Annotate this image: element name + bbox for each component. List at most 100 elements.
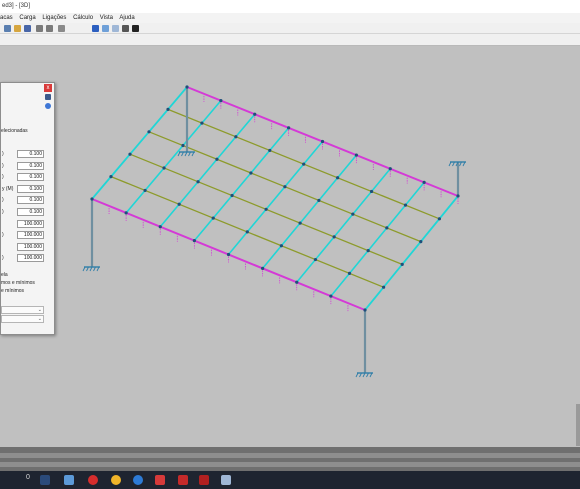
parameter-label: ) [2,209,4,215]
toolbar-tools [0,34,580,46]
new-icon[interactable] [4,25,11,32]
grid-node [128,152,132,156]
structure-model[interactable] [0,47,580,447]
open-icon[interactable] [14,25,21,32]
grid-node [215,157,219,161]
app-icon[interactable] [88,475,98,485]
grid-node [336,176,340,180]
parameter-label: ) [2,151,4,157]
grid-node [261,266,265,270]
grid-node [313,257,318,262]
grid-node [298,221,302,225]
joist-beam [125,100,222,214]
parameter-field[interactable]: 0.100 [17,184,44,193]
media-icon[interactable] [64,475,74,485]
grid-node [143,188,147,193]
app-icon[interactable] [178,475,188,485]
status-band [0,462,580,467]
joist-beam [193,127,290,242]
grid-icon[interactable] [112,25,119,32]
menu-item-placas[interactable]: acas [0,15,13,21]
parameter-label: ) [2,162,4,169]
grid-node [385,226,389,230]
redo-icon[interactable] [46,25,53,32]
menu-item-ligacoes[interactable]: Ligações [42,15,66,21]
grid-node [279,244,283,248]
binoculars-icon[interactable] [132,25,139,32]
grid-node [283,185,287,189]
parameter-field[interactable]: 0.100 [17,196,44,205]
grid-node [90,197,94,201]
grid-node [347,271,352,275]
explorer-icon[interactable] [40,475,50,485]
chevron-down-icon: ⌄ [37,316,42,322]
chrome-icon[interactable] [111,475,121,485]
selection-dropdown[interactable]: ⌄ [1,306,44,314]
app-icon[interactable] [155,475,165,485]
close-icon[interactable]: x [44,84,52,92]
parameter-field[interactable]: 100.000 [17,219,44,228]
print-icon[interactable] [45,94,51,100]
app-icon[interactable] [133,475,143,485]
menu-item-carga[interactable]: Carga [19,15,35,21]
grid-node [196,180,200,184]
parameter-field[interactable]: 0.100 [17,173,44,182]
help-icon[interactable] [45,103,51,109]
grid-node [185,85,189,89]
view-icon[interactable] [92,25,99,32]
save-icon[interactable] [24,25,31,32]
grid-node [245,230,249,234]
parameter-field[interactable]: 0.100 [17,150,44,158]
parameter-field[interactable]: 100.000 [17,254,44,263]
parameter-label: y (M) [2,185,14,192]
grid-node [264,207,268,211]
parameter-field[interactable]: 0.100 [17,161,44,170]
grid-node [200,121,204,125]
grid-node [320,139,325,144]
parameter-field[interactable]: 100.000 [17,242,44,251]
grid-node [422,180,426,184]
menu-item-vista[interactable]: Vista [100,15,113,21]
grid-node [369,189,374,194]
menu-item-calculo[interactable]: Cálculo [73,15,93,21]
grid-node [249,171,253,175]
grid-node [382,285,386,289]
grid-node [295,280,299,284]
selection-dropdown[interactable]: ⌄ [1,315,44,323]
taskbar-badge: 0 [26,474,30,481]
grid-node [147,130,151,134]
grid-node [177,202,181,206]
joist-beam [159,113,256,228]
menu-item-ajuda[interactable]: Ajuda [119,15,134,21]
grid-node [109,175,113,179]
vertical-scrollbar[interactable] [576,404,580,446]
properties-dialog: x elecionadas ) 0.100) 0.100) 0.100 y (M) 0.1… [0,82,55,335]
grid-node [354,153,358,157]
parameter-field[interactable]: 100.000 [17,231,44,240]
app-icon[interactable] [221,475,231,485]
zoom-icon[interactable] [58,25,65,32]
app-icon[interactable] [199,475,209,485]
close-icon[interactable] [122,25,129,32]
joist-beam [330,181,425,297]
grid-node [192,239,196,243]
grid-icon[interactable] [102,25,109,32]
parameter-label: ) [2,174,4,181]
structure-3d-viewport[interactable] [0,47,580,447]
grid-node [363,308,367,312]
grid-node [162,166,166,170]
grid-node [317,198,321,203]
status-band [0,453,580,458]
chevron-down-icon: ⌄ [37,307,42,313]
parameter-field[interactable]: 0.100 [17,208,44,216]
grid-node [388,167,392,171]
grid-node [456,194,460,198]
selected-elements-label: elecionadas [1,128,28,134]
grid-node [211,216,215,220]
application-window: ed3] - [3D] acas Carga Ligações Cálculo … [0,0,580,489]
grid-node [124,211,128,215]
toolbar-main [0,23,580,34]
grid-node [400,262,404,266]
grid-node [158,225,162,229]
undo-icon[interactable] [36,25,43,32]
